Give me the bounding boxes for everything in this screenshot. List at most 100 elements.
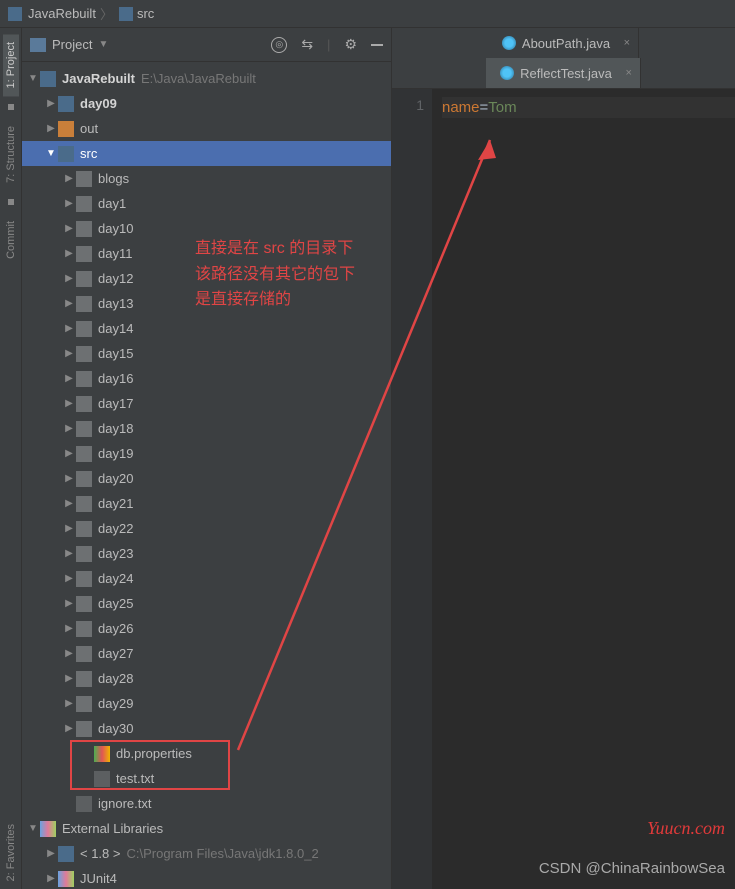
tree-folder-day17[interactable]: day17 xyxy=(22,391,391,416)
tree-label: JUnit4 xyxy=(80,871,117,886)
folder-icon xyxy=(76,521,92,537)
tree-label: day28 xyxy=(98,671,133,686)
folder-icon xyxy=(76,221,92,237)
tree-folder-day13[interactable]: day13 xyxy=(22,291,391,316)
tree-label: ignore.txt xyxy=(98,796,151,811)
tree-label: day11 xyxy=(98,246,132,261)
tree-folder-day20[interactable]: day20 xyxy=(22,466,391,491)
tree-folder-day21[interactable]: day21 xyxy=(22,491,391,516)
gutter-tab-commit[interactable]: Commit xyxy=(3,213,19,267)
tab-label: AboutPath.java xyxy=(522,36,610,51)
tree-junit[interactable]: JUnit4 xyxy=(22,866,391,889)
folder-icon xyxy=(76,421,92,437)
tree-label: day23 xyxy=(98,546,133,561)
tree-label: db.properties xyxy=(116,746,192,761)
tree-folder-day15[interactable]: day15 xyxy=(22,341,391,366)
module-icon xyxy=(40,71,56,87)
gutter-tab-project[interactable]: 1: Project xyxy=(3,34,19,96)
tree-label: day18 xyxy=(98,421,133,436)
gutter-tab-favorites[interactable]: 2: Favorites xyxy=(3,816,19,889)
tab-aboutpath[interactable]: AboutPath.java × xyxy=(488,28,639,58)
folder-icon xyxy=(76,496,92,512)
folder-icon xyxy=(58,96,74,112)
tree-folder-out[interactable]: out xyxy=(22,116,391,141)
tree-folder-day12[interactable]: day12 xyxy=(22,266,391,291)
tree-folder-day16[interactable]: day16 xyxy=(22,366,391,391)
tree-external-libraries[interactable]: External Libraries xyxy=(22,816,391,841)
folder-icon xyxy=(76,271,92,287)
folder-icon xyxy=(76,246,92,262)
panel-header: Project ▼ ◎ ⇆ | xyxy=(22,28,391,62)
tree-file-db-properties[interactable]: db.properties xyxy=(22,741,391,766)
tree-label: src xyxy=(80,146,97,161)
folder-icon xyxy=(76,196,92,212)
tree-label: day12 xyxy=(98,271,133,286)
tree-folder-day18[interactable]: day18 xyxy=(22,416,391,441)
tree-folder-day1[interactable]: day1 xyxy=(22,191,391,216)
expand-icon[interactable]: ⇆ xyxy=(301,36,313,53)
tree-label: day22 xyxy=(98,521,133,536)
tree-folder-day14[interactable]: day14 xyxy=(22,316,391,341)
project-panel: Project ▼ ◎ ⇆ | JavaRebuilt E:\Java\Java… xyxy=(22,28,392,889)
tree-label: day13 xyxy=(98,296,133,311)
tree-folder-day23[interactable]: day23 xyxy=(22,541,391,566)
tree-label: day10 xyxy=(98,221,133,236)
gear-icon[interactable] xyxy=(344,36,357,53)
tree-folder-day29[interactable]: day29 xyxy=(22,691,391,716)
tab-reflecttest[interactable]: ReflectTest.java × xyxy=(486,58,641,88)
code-editor[interactable]: 1 name=Tom xyxy=(392,89,735,889)
tree-folder-day10[interactable]: day10 xyxy=(22,216,391,241)
java-file-icon xyxy=(500,66,514,80)
tree-folder-src[interactable]: src xyxy=(22,141,391,166)
tree-label: day27 xyxy=(98,646,133,661)
tree-folder-day22[interactable]: day22 xyxy=(22,516,391,541)
project-tree[interactable]: JavaRebuilt E:\Java\JavaRebuilt day09 ou… xyxy=(22,62,391,889)
panel-title[interactable]: Project xyxy=(52,37,92,52)
tree-file-test-txt[interactable]: test.txt xyxy=(22,766,391,791)
tree-label: day29 xyxy=(98,696,133,711)
tree-label: day25 xyxy=(98,596,133,611)
tree-folder-day19[interactable]: day19 xyxy=(22,441,391,466)
folder-icon xyxy=(76,546,92,562)
tree-folder-day11[interactable]: day11 xyxy=(22,241,391,266)
line-number-gutter: 1 xyxy=(392,89,432,889)
breadcrumb[interactable]: JavaRebuilt 〉 src xyxy=(0,0,735,28)
folder-icon xyxy=(76,371,92,387)
tree-jdk[interactable]: < 1.8 > C:\Program Files\Java\jdk1.8.0_2 xyxy=(22,841,391,866)
tree-folder-day26[interactable]: day26 xyxy=(22,616,391,641)
breadcrumb-folder[interactable]: src xyxy=(137,6,154,21)
folder-icon xyxy=(76,346,92,362)
folder-icon xyxy=(76,446,92,462)
tree-folder-day30[interactable]: day30 xyxy=(22,716,391,741)
tree-file-ignore-txt[interactable]: ignore.txt xyxy=(22,791,391,816)
tree-folder-day28[interactable]: day28 xyxy=(22,666,391,691)
tree-root[interactable]: JavaRebuilt E:\Java\JavaRebuilt xyxy=(22,66,391,91)
tree-folder-day24[interactable]: day24 xyxy=(22,566,391,591)
tree-folder-day25[interactable]: day25 xyxy=(22,591,391,616)
divider: | xyxy=(327,37,330,52)
tree-label: day16 xyxy=(98,371,133,386)
tree-label: day21 xyxy=(98,496,133,511)
gutter-tab-structure[interactable]: 7: Structure xyxy=(3,118,19,191)
text-file-icon xyxy=(76,796,92,812)
tree-label: day30 xyxy=(98,721,133,736)
folder-icon xyxy=(76,721,92,737)
breadcrumb-project[interactable]: JavaRebuilt xyxy=(28,6,96,21)
tree-folder-blogs[interactable]: blogs xyxy=(22,166,391,191)
code-content[interactable]: name=Tom xyxy=(432,89,735,889)
project-icon xyxy=(8,7,22,21)
dropdown-icon[interactable]: ▼ xyxy=(98,39,108,50)
breadcrumb-sep: 〉 xyxy=(100,4,113,23)
tree-label: day26 xyxy=(98,621,133,636)
locate-icon[interactable]: ◎ xyxy=(271,37,287,53)
tree-label: < 1.8 > xyxy=(80,846,120,861)
tree-folder-day27[interactable]: day27 xyxy=(22,641,391,666)
text-file-icon xyxy=(94,771,110,787)
tree-folder-day09[interactable]: day09 xyxy=(22,91,391,116)
close-icon[interactable]: × xyxy=(625,67,631,79)
line-number: 1 xyxy=(392,97,424,113)
close-icon[interactable]: × xyxy=(624,37,630,49)
tree-path: E:\Java\JavaRebuilt xyxy=(141,71,256,86)
folder-icon xyxy=(76,396,92,412)
hide-icon[interactable] xyxy=(371,44,383,46)
